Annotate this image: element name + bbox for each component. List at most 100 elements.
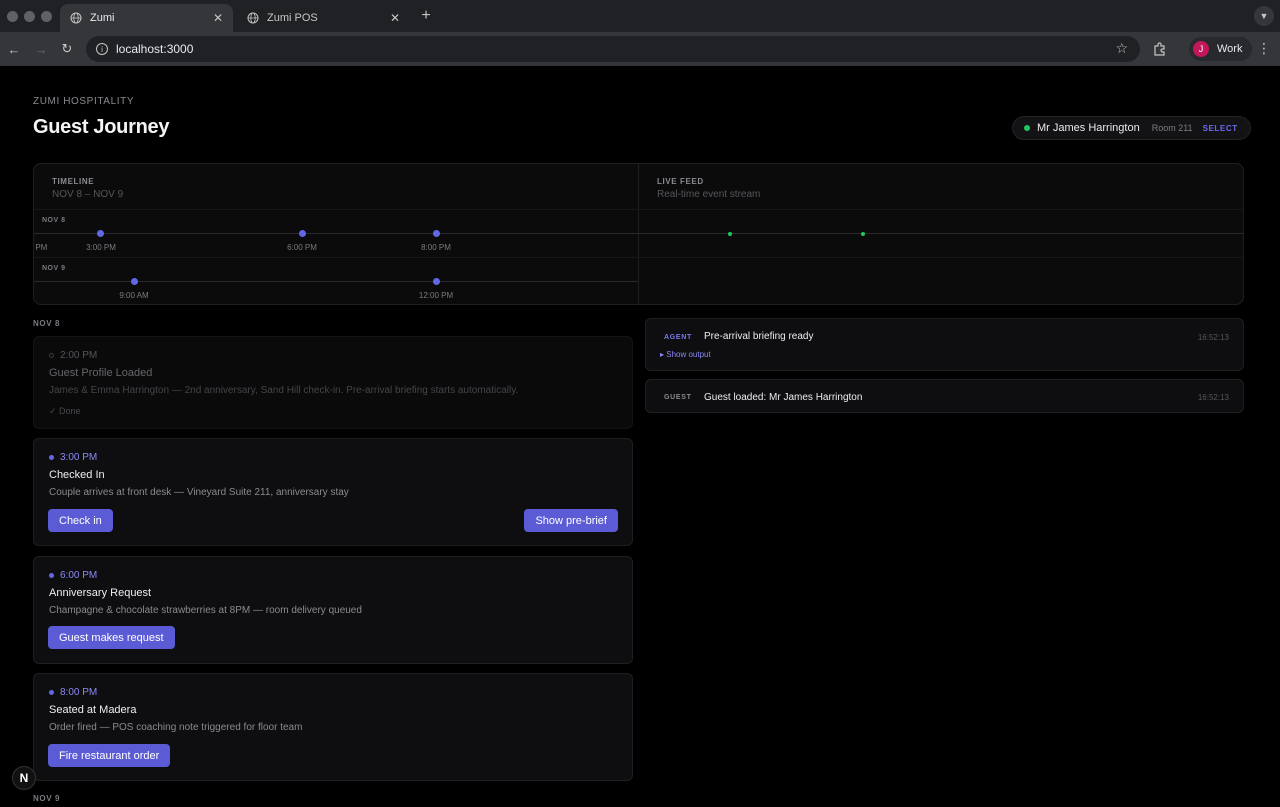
- card-time-text: 2:00 PM: [60, 350, 98, 361]
- extensions-puzzle-icon[interactable]: [1152, 41, 1168, 57]
- card-time: 2:00 PM: [49, 350, 97, 361]
- timeline-event-dot[interactable]: [131, 278, 138, 285]
- timeline-event-dot[interactable]: [97, 230, 104, 237]
- card-time-text: 8:00 PM: [60, 687, 98, 698]
- card-description: Couple arrives at front desk — Vineyard …: [49, 487, 349, 498]
- card-description: Champagne & chocolate strawberries at 8P…: [49, 605, 362, 616]
- app-page: ZUMI HOSPITALITY Guest Journey Mr James …: [0, 66, 1280, 807]
- journey-card-checked-in: 3:00 PM Checked In Couple arrives at fro…: [33, 438, 633, 546]
- timeline-overview-panel: TIMELINE NOV 8 – NOV 9 LIVE FEED Real-ti…: [33, 163, 1244, 305]
- bullet-icon: [49, 573, 54, 578]
- card-time: 8:00 PM: [49, 687, 97, 698]
- journey-day-heading: NOV 9: [33, 794, 61, 803]
- card-time-text: 3:00 PM: [60, 452, 98, 463]
- dev-tools-badge[interactable]: N: [12, 766, 36, 790]
- card-title: Anniversary Request: [49, 587, 152, 599]
- timeline-event-dot[interactable]: [433, 230, 440, 237]
- timeline-track: [34, 233, 1243, 234]
- tab-zumi[interactable]: Zumi ✕: [60, 4, 233, 32]
- browser-toolbar: ← → ↻ i localhost:3000 ☆ J Work ⋮: [0, 32, 1280, 66]
- forward-arrow-icon[interactable]: →: [32, 40, 50, 58]
- card-title: Checked In: [49, 469, 105, 481]
- timeline-track: [34, 281, 638, 282]
- timeline-tick-label: 0 PM: [34, 243, 48, 252]
- bullet-icon: [49, 690, 54, 695]
- address-bar[interactable]: i localhost:3000 ☆: [86, 36, 1140, 62]
- window-close-button[interactable]: [7, 11, 18, 22]
- live-event-dot[interactable]: [861, 232, 865, 236]
- tab-title: Zumi POS: [267, 12, 318, 24]
- window-minimize-button[interactable]: [24, 11, 35, 22]
- avatar: J: [1193, 41, 1209, 57]
- journey-card-profile-loaded: 2:00 PM Guest Profile Loaded James & Emm…: [33, 336, 633, 429]
- journey-card-seated-at-madera: 8:00 PM Seated at Madera Order fired — P…: [33, 673, 633, 781]
- guest-selector[interactable]: Mr James Harrington Room 211 SELECT: [1012, 116, 1251, 140]
- timeline-label: TIMELINE: [52, 177, 95, 186]
- feed-event-guest: GUEST Guest loaded: Mr James Harrington …: [645, 379, 1244, 413]
- close-icon[interactable]: ✕: [213, 11, 223, 25]
- panel-divider: [638, 164, 639, 304]
- tab-strip: Zumi ✕ Zumi POS ✕ + ▼: [0, 0, 1280, 32]
- check-in-button[interactable]: Check in: [48, 509, 113, 532]
- tab-zumi-pos[interactable]: Zumi POS ✕: [237, 4, 410, 32]
- info-icon[interactable]: i: [96, 43, 108, 55]
- guest-makes-request-button[interactable]: Guest makes request: [48, 626, 175, 649]
- feed-event-type: AGENT: [664, 334, 692, 341]
- guest-name: Mr James Harrington: [1037, 122, 1140, 134]
- panel-divider: [34, 257, 1243, 258]
- select-guest-button[interactable]: SELECT: [1203, 124, 1238, 133]
- status-dot: [1024, 125, 1030, 131]
- timeline-range: NOV 8 – NOV 9: [52, 189, 124, 200]
- brand-eyebrow: ZUMI HOSPITALITY: [33, 96, 135, 107]
- show-pre-brief-button[interactable]: Show pre-brief: [524, 509, 618, 532]
- feed-event-type: GUEST: [664, 394, 692, 401]
- card-time: 6:00 PM: [49, 570, 97, 581]
- timeline-tick-label: 3:00 PM: [86, 243, 116, 252]
- timeline-tick-label: 12:00 PM: [418, 291, 454, 300]
- feed-event-time: 16:52:13: [1197, 393, 1229, 402]
- profile-button[interactable]: J Work: [1189, 37, 1253, 61]
- back-arrow-icon[interactable]: ←: [5, 40, 23, 58]
- reload-icon[interactable]: ↻: [58, 40, 76, 58]
- live-event-dot[interactable]: [728, 232, 732, 236]
- timeline-tick-label: 8:00 PM: [421, 243, 451, 252]
- feed-event-agent: AGENT Pre-arrival briefing ready 16:52:1…: [645, 318, 1244, 371]
- tab-title: Zumi: [90, 12, 115, 24]
- live-feed-subtitle: Real-time event stream: [657, 189, 761, 200]
- window-zoom-button[interactable]: [41, 11, 52, 22]
- timeline-event-dot[interactable]: [433, 278, 440, 285]
- card-time-text: 6:00 PM: [60, 570, 98, 581]
- url-text[interactable]: localhost:3000: [116, 42, 193, 56]
- browser-chrome: Zumi ✕ Zumi POS ✕ + ▼ ← → ↻ i localhost:…: [0, 0, 1280, 66]
- close-icon[interactable]: ✕: [390, 11, 400, 25]
- page-title: Guest Journey: [33, 116, 170, 138]
- globe-icon: [247, 12, 259, 24]
- card-time: 3:00 PM: [49, 452, 97, 463]
- live-feed-label: LIVE FEED: [657, 177, 704, 186]
- panel-divider: [34, 209, 1243, 210]
- more-vertical-icon[interactable]: ⋮: [1257, 40, 1271, 57]
- feed-event-text: Pre-arrival briefing ready: [704, 331, 814, 342]
- timeline-event-dot[interactable]: [299, 230, 306, 237]
- journey-card-anniversary-request: 6:00 PM Anniversary Request Champagne & …: [33, 556, 633, 664]
- timeline-tick-label: 9:00 AM: [119, 291, 149, 300]
- show-output-link[interactable]: ▸ Show output: [660, 350, 711, 359]
- timeline-day-label: NOV 9: [42, 265, 66, 272]
- new-tab-button[interactable]: +: [416, 7, 436, 25]
- feed-event-text: Guest loaded: Mr James Harrington: [704, 392, 863, 403]
- card-description: James & Emma Harrington — 2nd anniversar…: [49, 385, 519, 396]
- done-status: ✓ Done: [49, 406, 81, 416]
- timeline-tick-label: 6:00 PM: [287, 243, 317, 252]
- guest-room: Room 211: [1151, 123, 1193, 133]
- star-icon[interactable]: ☆: [1115, 40, 1128, 57]
- globe-icon: [70, 12, 82, 24]
- timeline-day-label: NOV 8: [42, 217, 66, 224]
- bullet-icon: [49, 455, 54, 460]
- profile-label: Work: [1217, 43, 1243, 55]
- card-title: Guest Profile Loaded: [49, 367, 153, 379]
- card-description: Order fired — POS coaching note triggere…: [49, 722, 303, 733]
- feed-event-time: 16:52:13: [1197, 333, 1229, 342]
- card-title: Seated at Madera: [49, 704, 137, 716]
- fire-restaurant-order-button[interactable]: Fire restaurant order: [48, 744, 171, 767]
- chevron-down-icon[interactable]: ▼: [1254, 6, 1274, 26]
